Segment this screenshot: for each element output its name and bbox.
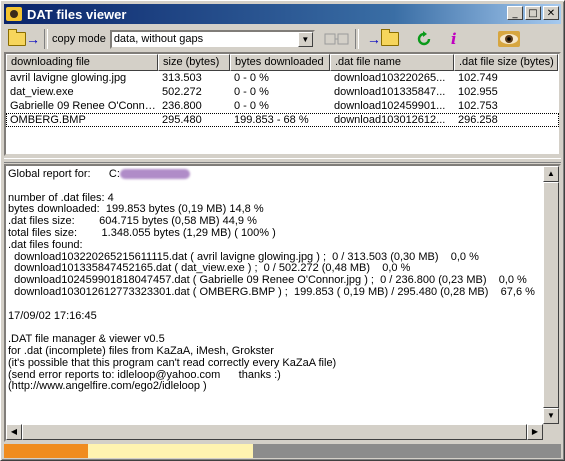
info-button[interactable]: i [451,28,457,50]
close-button[interactable]: ✕ [543,6,559,20]
app-window: DAT files viewer _ □ ✕ → copy mode data,… [0,0,565,461]
drive-label: C: [108,168,120,180]
copy-mode-value: data, without gaps [113,33,204,45]
report-line: (it's possible that this program can't r… [8,356,337,369]
scroll-right-icon[interactable]: ▶ [527,424,543,440]
table-row-selected[interactable]: OMBERG.BMP 295.480 199.853 - 68 % downlo… [6,113,559,127]
cell-dat-size: 102.753 [458,100,498,112]
copy-disabled-icon [324,33,349,45]
chevron-down-icon[interactable]: ▼ [297,31,313,47]
report-timestamp: 17/09/02 17:16:45 [8,309,97,322]
cell-dat-name: download102459901... [334,100,446,112]
report-textarea[interactable]: Global report for: C: number of .dat fil… [4,164,561,442]
status-segment-remaining [253,444,561,458]
report-line: number of .dat files: 4 [8,191,114,204]
cell-file: OMBERG.BMP [10,114,86,126]
column-header-dat-file-size[interactable]: .dat file size (bytes) [454,54,558,71]
column-header-downloading-file[interactable]: downloading file [6,54,158,71]
cell-downloaded: 0 - 0 % [234,72,269,84]
table-row[interactable]: avril lavigne glowing.jpg 313.503 0 - 0 … [6,71,559,85]
scrollbar-corner [543,424,559,440]
pane-splitter[interactable] [4,158,561,163]
scroll-up-icon[interactable]: ▲ [543,166,559,182]
cell-size: 295.480 [162,114,202,126]
column-header-size[interactable]: size (bytes) [158,54,230,71]
horizontal-scroll-thumb[interactable] [22,424,527,440]
cell-size: 313.503 [162,72,202,84]
cell-dat-size: 102.955 [458,86,498,98]
refresh-icon [417,31,431,46]
table-row[interactable]: Gabrielle 09 Renee O'Conno... 236.800 0 … [6,99,559,113]
report-line: bytes downloaded: 199.853 bytes (0,19 MB… [8,203,264,216]
report-line: for .dat (incomplete) files from KaZaA, … [8,344,274,357]
cell-dat-name: download101335847... [334,86,446,98]
cell-file: Gabrielle 09 Renee O'Conno... [10,100,158,112]
status-bar [4,444,561,458]
report-content: Global report for: C: number of .dat fil… [8,168,538,393]
toolbar: → copy mode data, without gaps ▼ → i [4,26,561,52]
report-line: total files size: 1.348.055 bytes (1,29 … [8,226,276,239]
info-icon: i [450,30,457,48]
status-segment-dat-size [88,444,253,458]
cell-dat-size: 296.258 [458,114,498,126]
minimize-button[interactable]: _ [507,6,523,20]
vertical-scrollbar[interactable]: ▲ ▼ [543,166,559,424]
files-table: downloading file size (bytes) bytes down… [4,52,561,156]
status-segment-downloaded [4,444,88,458]
toolbar-separator [354,29,359,49]
eye-icon [497,31,520,47]
open-folder-button[interactable]: → [8,28,40,50]
arrow-right-icon: → [26,31,40,47]
cell-dat-name: download103012612... [334,114,446,126]
copy-files-button[interactable] [323,28,351,50]
global-report-label: Global report for: [8,168,91,180]
report-line: download103220265215611115.dat ( avril l… [8,250,479,263]
cell-downloaded: 0 - 0 % [234,100,269,112]
cell-file: dat_view.exe [10,86,74,98]
cell-size: 236.800 [162,100,202,112]
column-header-dat-file-name[interactable]: .dat file name [330,54,454,71]
vertical-scroll-thumb[interactable] [543,182,559,408]
cell-file: avril lavigne glowing.jpg [10,72,127,84]
report-line: (send error reports to: idleloop@yahoo.c… [8,368,281,381]
cell-dat-name: download103220265... [334,72,446,84]
report-line: .DAT file manager & viewer v0.5 [8,333,165,346]
table-header: downloading file size (bytes) bytes down… [6,54,559,71]
toolbar-separator [44,29,48,49]
report-line: .dat files size: 604.715 bytes (0,58 MB)… [8,215,257,228]
table-row[interactable]: dat_view.exe 502.272 0 - 0 % download101… [6,85,559,99]
move-to-folder-button[interactable]: → [367,28,399,50]
title-bar[interactable]: DAT files viewer _ □ ✕ [4,4,561,24]
cell-dat-size: 102.749 [458,72,498,84]
folder-icon [8,29,26,46]
report-line: .dat files found: [8,238,83,251]
report-line: download103012612773323301.dat ( OMBERG.… [8,285,535,298]
window-title: DAT files viewer [27,6,127,22]
copy-mode-select[interactable]: data, without gaps ▼ [109,29,315,49]
redacted-path [119,169,190,180]
horizontal-scrollbar[interactable]: ◀ ▶ [6,424,543,440]
scroll-left-icon[interactable]: ◀ [6,424,22,440]
column-header-bytes-downloaded[interactable]: bytes downloaded [230,54,330,71]
cell-downloaded: 0 - 0 % [234,86,269,98]
copy-mode-label: copy mode [52,33,106,45]
folder-icon [380,29,399,46]
refresh-button[interactable] [415,28,433,50]
report-line: (http://www.angelfire.com/ego2/idleloop … [8,380,207,393]
report-line: download101335847452165.dat ( dat_view.e… [8,262,411,275]
arrow-right-icon: → [366,31,381,47]
eye-app-icon [6,7,22,21]
scroll-down-icon[interactable]: ▼ [543,408,559,424]
report-line: download102459901818047457.dat ( Gabriel… [8,274,527,287]
cell-downloaded: 199.853 - 68 % [234,114,309,126]
eye-button[interactable] [497,28,521,50]
cell-size: 502.272 [162,86,202,98]
maximize-button[interactable]: □ [525,6,541,20]
